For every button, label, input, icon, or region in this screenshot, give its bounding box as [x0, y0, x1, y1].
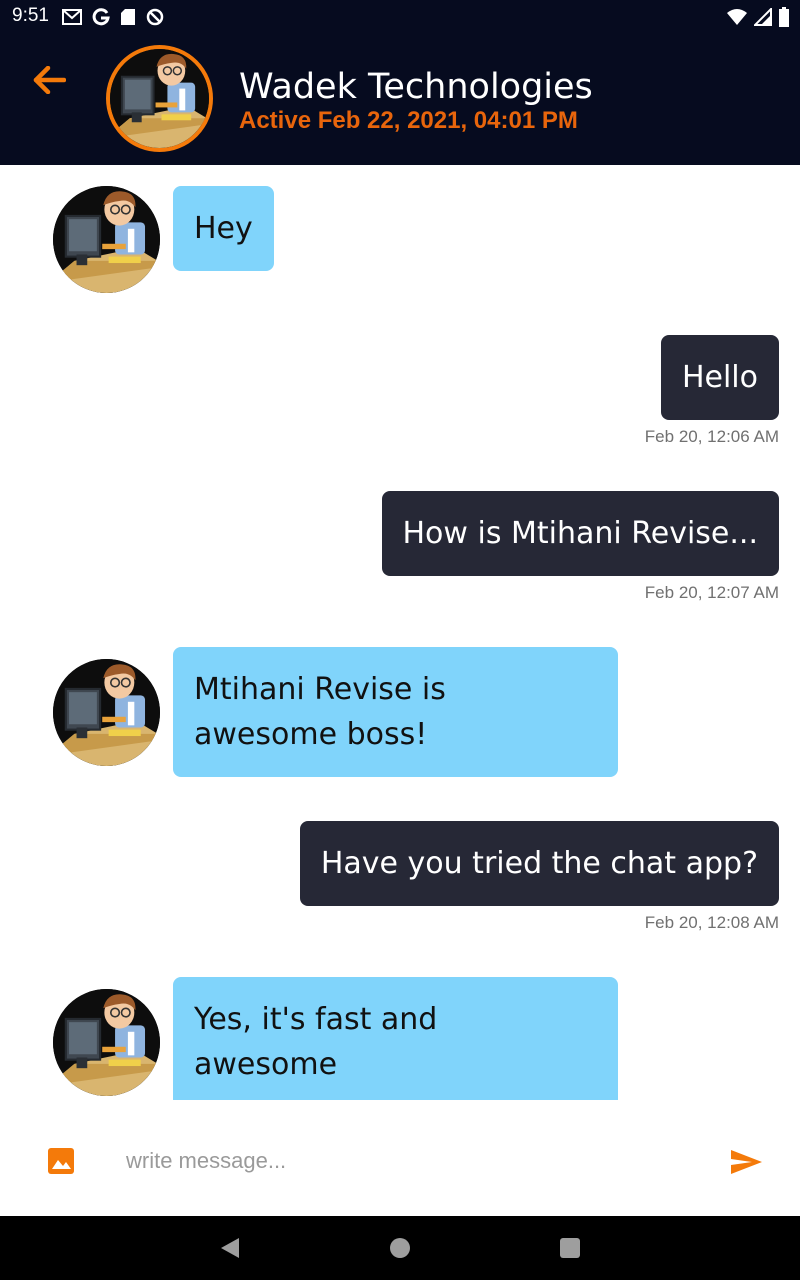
outgoing-message-bubble[interactable]: Hello — [660, 335, 779, 420]
arrow-back-icon — [33, 66, 66, 94]
battery-icon — [779, 7, 789, 27]
nav-home-button[interactable] — [384, 1232, 416, 1264]
google-icon — [92, 8, 110, 26]
nav-back-button[interactable] — [214, 1232, 246, 1264]
system-icons — [726, 7, 790, 27]
send-icon — [731, 1150, 762, 1174]
message-composer — [0, 1100, 800, 1216]
status-bar: 9:51 — [0, 0, 800, 33]
square-recents-icon — [560, 1238, 580, 1258]
sender-avatar — [53, 186, 160, 293]
contact-name: Wadek Technologies — [239, 67, 593, 107]
nav-recents-button[interactable] — [554, 1232, 586, 1264]
contact-last-active: Active Feb 22, 2021, 04:01 PM — [239, 107, 578, 134]
message-text-line: Mtihani Revise is — [194, 672, 446, 707]
notification-icons — [62, 7, 164, 27]
outgoing-message-bubble[interactable]: How is Mtihani Revise... — [381, 491, 779, 576]
message-text: How is Mtihani Revise... — [402, 516, 759, 551]
sender-avatar — [53, 659, 160, 766]
sender-avatar — [53, 989, 160, 1096]
message-text: Hey — [194, 211, 253, 246]
attach-image-button[interactable] — [44, 1144, 78, 1178]
circle-home-icon — [390, 1238, 410, 1258]
message-timestamp: Feb 20, 12:06 AM — [644, 427, 779, 446]
send-button[interactable] — [726, 1142, 766, 1182]
contact-avatar[interactable] — [106, 45, 213, 152]
back-button[interactable] — [26, 57, 72, 103]
incoming-message-bubble[interactable]: Hey — [173, 186, 274, 271]
outgoing-message-bubble[interactable]: Have you tried the chat app? — [299, 821, 779, 906]
system-nav-bar — [0, 1216, 800, 1280]
gmail-icon — [62, 9, 82, 25]
message-text-line: awesome boss! — [194, 717, 428, 752]
message-text: Hello — [681, 360, 758, 395]
message-input[interactable] — [110, 1138, 700, 1184]
incoming-message-bubble[interactable]: Yes, it's fast and awesome — [173, 977, 618, 1100]
signal-icon — [754, 8, 772, 26]
image-icon — [48, 1148, 74, 1174]
triangle-back-icon — [221, 1238, 239, 1258]
message-list[interactable]: Hey Hello Feb 20, 12:06 AM How is Mtihan… — [0, 165, 800, 1100]
message-text-line: Yes, it's fast and — [194, 1002, 438, 1037]
sd-card-icon — [121, 9, 135, 25]
incoming-message-bubble[interactable]: Mtihani Revise is awesome boss! — [173, 647, 618, 777]
message-timestamp: Feb 20, 12:07 AM — [644, 583, 779, 602]
message-text: Have you tried the chat app? — [320, 846, 758, 881]
message-text-line: awesome — [194, 1047, 338, 1082]
chat-header: Wadek Technologies Active Feb 22, 2021, … — [0, 33, 800, 165]
no-disturb-icon — [146, 8, 164, 26]
status-time: 9:51 — [12, 5, 49, 26]
message-timestamp: Feb 20, 12:08 AM — [644, 913, 779, 932]
wifi-icon — [727, 9, 747, 25]
